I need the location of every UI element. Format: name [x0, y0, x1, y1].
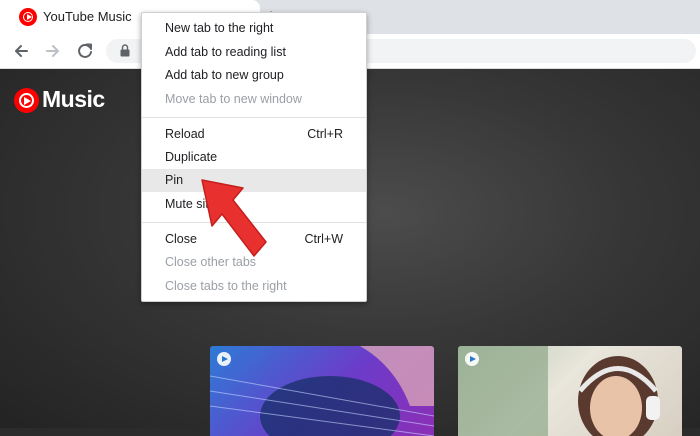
play-icon[interactable]: [465, 352, 479, 366]
youtube-music-logo-icon[interactable]: [14, 88, 39, 113]
guitar-thumbnail[interactable]: [210, 346, 434, 436]
guitar-image: [210, 346, 434, 436]
headphones-thumbnail[interactable]: [458, 346, 682, 436]
menu-item-reload[interactable]: Reload Ctrl+R: [142, 123, 366, 146]
menu-item-new-tab-right[interactable]: New tab to the right: [142, 17, 366, 40]
menu-item-close-tabs-right: Close tabs to the right: [165, 279, 287, 293]
menu-separator: [142, 117, 366, 118]
menu-item-move-new-window: Move tab to new window: [165, 92, 302, 106]
menu-item-add-reading-list[interactable]: Add tab to reading list: [142, 41, 366, 64]
lock-icon[interactable]: [120, 44, 130, 57]
back-arrow-icon[interactable]: [10, 40, 32, 62]
youtube-music-icon: [19, 8, 37, 26]
tab-title: YouTube Music: [43, 9, 132, 24]
red-arrow-pointer-icon: [201, 179, 267, 257]
menu-item-add-new-group[interactable]: Add tab to new group: [142, 64, 366, 87]
menu-item-duplicate[interactable]: Duplicate: [142, 146, 366, 169]
headphones-image: [458, 346, 660, 436]
logo-text[interactable]: Music: [42, 86, 105, 113]
forward-arrow-icon[interactable]: [42, 40, 64, 62]
play-icon[interactable]: [217, 352, 231, 366]
reload-icon[interactable]: [74, 40, 96, 62]
